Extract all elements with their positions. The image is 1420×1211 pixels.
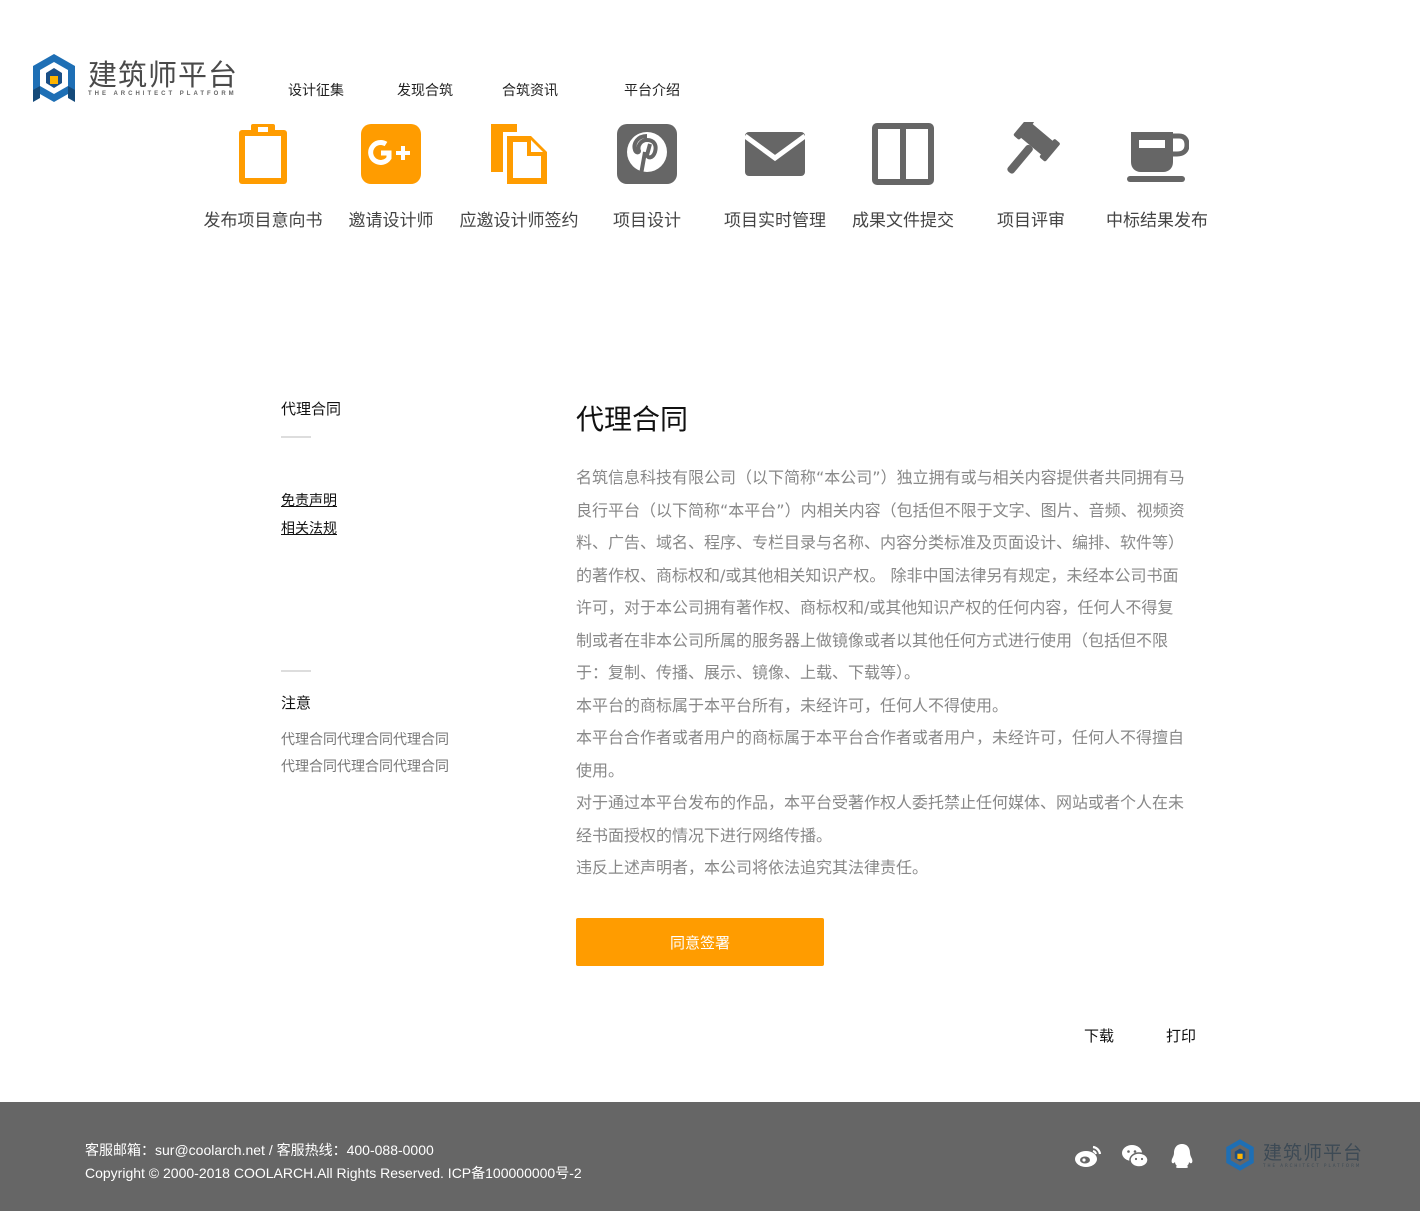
nav-item-about[interactable]: 平台介绍 — [624, 80, 680, 100]
logo-mark-icon — [1226, 1139, 1254, 1171]
clipboard-icon — [239, 124, 287, 184]
sidebar-divider — [281, 670, 311, 672]
footer-contact: 客服邮箱：sur@coolarch.net / 客服热线：400-088-000… — [85, 1142, 434, 1158]
site-logo[interactable]: 建筑师平台 THE ARCHITECT PLATFORM — [28, 52, 238, 104]
qq-icon[interactable] — [1168, 1142, 1196, 1170]
step-label: 发布项目意向书 — [203, 211, 323, 231]
step-label: 邀请设计师 — [348, 211, 434, 231]
envelope-icon — [743, 132, 807, 176]
logo-subtitle: THE ARCHITECT PLATFORM — [88, 91, 237, 97]
sidebar-divider — [281, 436, 311, 438]
contract-line: 良行平台（以下简称“本平台”）内相关内容（包括但不限于文字、图片、音频、视频资 — [576, 500, 1185, 520]
step-project-review[interactable]: 项目评审 — [961, 122, 1101, 231]
contract-line: 本平台的商标属于本平台所有，未经许可，任何人不得使用。 — [576, 695, 1009, 715]
contract-line: 许可，对于本公司拥有著作权、商标权和/或其他知识产权的任何内容，任何人不得复 — [576, 598, 1174, 617]
footer-logo-title: 建筑师平台 — [1263, 1141, 1364, 1164]
coffee-cup-icon — [1127, 132, 1189, 182]
step-label: 项目设计 — [613, 211, 681, 231]
contract-line: 料、广告、域名、程序、专栏目录与名称、内容分类标准及页面设计、编排、软件等） — [576, 533, 1185, 552]
contract-line: 对于通过本平台发布的作品，本平台受著作权人委托禁止任何媒体、网站或者个人在未 — [576, 793, 1185, 812]
agree-sign-button[interactable]: 同意签署 — [576, 918, 824, 966]
page-title: 代理合同 — [576, 403, 689, 436]
download-link[interactable]: 下载 — [1084, 1025, 1114, 1046]
step-realtime-management[interactable]: 项目实时管理 — [705, 122, 845, 231]
step-project-design[interactable]: 项目设计 — [577, 122, 717, 231]
sidebar: 代理合同 免责声明 相关法规 注意 代理合同代理合同代理合同 代理合同代理合同代… — [281, 398, 501, 781]
step-submit-files[interactable]: 成果文件提交 — [833, 122, 973, 231]
step-label: 中标结果发布 — [1106, 211, 1208, 231]
step-label: 项目评审 — [997, 211, 1065, 231]
sidebar-link-disclaimer[interactable]: 免责声明 — [281, 490, 501, 510]
note-title: 注意 — [281, 694, 312, 712]
gavel-icon — [1007, 122, 1060, 174]
contract-line: 使用。 — [576, 760, 625, 780]
footer-logo-subtitle: THE ARCHITECT PLATFORM — [1263, 1162, 1362, 1168]
logo-title: 建筑师平台 — [88, 58, 239, 92]
nav-item-news[interactable]: 合筑资讯 — [502, 80, 558, 100]
weibo-icon[interactable] — [1074, 1142, 1102, 1170]
logo-mark-icon — [33, 54, 75, 102]
step-label: 项目实时管理 — [724, 211, 826, 231]
note-line: 代理合同代理合同代理合同 — [281, 759, 449, 775]
contract-content: 代理合同 名筑信息科技有限公司（以下简称“本公司”）独立拥有或与相关内容提供者共… — [576, 398, 1226, 885]
google-plus-icon — [361, 124, 421, 184]
contract-line: 制或者在非本公司所属的服务器上做镜像或者以其他任何方式进行使用（包括但不限 — [576, 630, 1169, 650]
step-sign-designer[interactable]: 应邀设计师签约 — [449, 122, 589, 231]
wechat-icon[interactable] — [1121, 1142, 1149, 1170]
sidebar-title: 代理合同 — [281, 400, 342, 418]
contract-line: 本平台合作者或者用户的商标属于本平台合作者或者用户，未经许可，任何人不得擅自 — [576, 728, 1185, 747]
pinterest-icon — [617, 124, 677, 184]
contract-line: 违反上述声明者，本公司将依法追究其法律责任。 — [576, 858, 929, 877]
footer-logo[interactable]: 建筑师平台 THE ARCHITECT PLATFORM — [1223, 1138, 1363, 1172]
step-label: 应邀设计师签约 — [459, 211, 579, 231]
note-line: 代理合同代理合同代理合同 — [281, 732, 449, 748]
footer-copyright: Copyright © 2000-2018 COOLARCH.All Right… — [85, 1165, 582, 1181]
contract-text: 名筑信息科技有限公司（以下简称“本公司”）独立拥有或与相关内容提供者共同拥有马 … — [576, 462, 1226, 885]
step-publish-result[interactable]: 中标结果发布 — [1087, 122, 1227, 231]
files-icon — [491, 124, 547, 184]
nav-item-discover[interactable]: 发现合筑 — [397, 80, 453, 100]
step-invite-designer[interactable]: 邀请设计师 — [321, 122, 461, 231]
step-label: 成果文件提交 — [852, 211, 954, 231]
contract-line: 经书面授权的情况下进行网络传播。 — [576, 825, 833, 845]
contract-line: 于：复制、传播、展示、镜像、上载、下载等）。 — [576, 663, 921, 682]
sidebar-link-regulations[interactable]: 相关法规 — [281, 518, 501, 538]
step-publish-intent[interactable]: 发布项目意向书 — [193, 122, 333, 231]
nav-item-design-call[interactable]: 设计征集 — [288, 80, 344, 100]
print-link[interactable]: 打印 — [1166, 1025, 1196, 1046]
contract-line: 的著作权、商标权和/或其他相关知识产权。 除非中国法律另有规定，未经本公司书面 — [576, 565, 1179, 585]
process-steps: 发布项目意向书 邀请设计师 应邀设计师签约 项目设计 项目实时管理 成果文件提交… — [0, 122, 1420, 232]
columns-icon — [872, 123, 934, 185]
contract-line: 名筑信息科技有限公司（以下简称“本公司”）独立拥有或与相关内容提供者共同拥有马 — [576, 468, 1185, 487]
